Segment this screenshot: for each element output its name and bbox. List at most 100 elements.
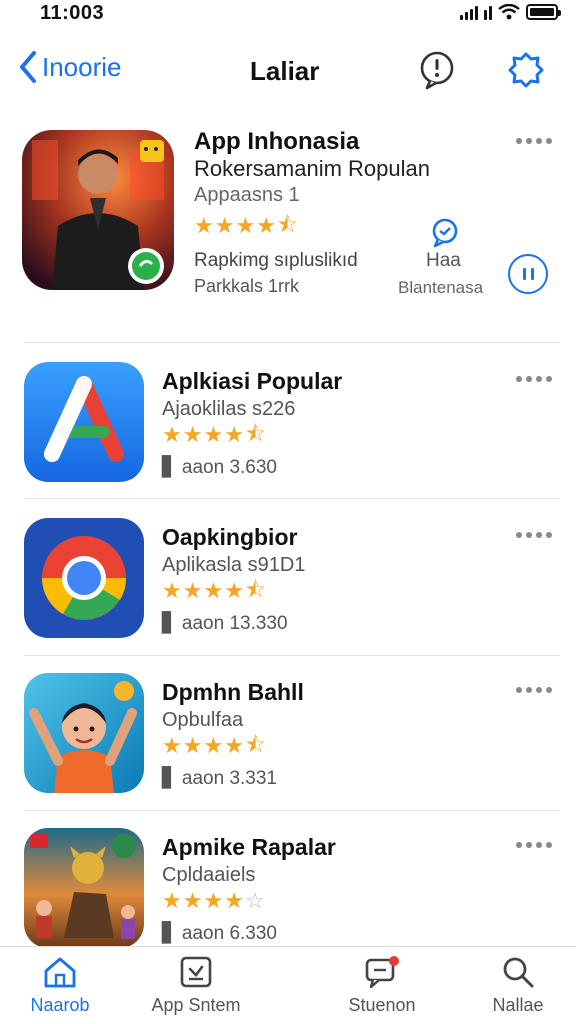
star-icon: ★ [162,888,182,913]
featured-app-card[interactable]: App Inhonasia Rokersamanim Ropulan Appaa… [0,128,576,328]
star-icon: ★ [224,422,244,447]
featured-app-info: Rapkimg sıpluslikıd [194,250,358,271]
star-icon: ★ [224,733,244,758]
list-item[interactable]: Oapkingbior Aplikasla s91D1 ★ ★ ★ ★ ⯪ ▋ aaon… [0,518,576,658]
app-size-value: aaon 3.630 [181,457,277,478]
star-icon: ★ [162,422,182,447]
star-icon: ⯪ [244,733,266,758]
star-icon: ☆ [244,888,265,913]
alert-button[interactable] [418,50,456,95]
app-icon[interactable] [24,673,144,793]
tab-updates[interactable]: Stuenon [322,955,442,1016]
star-icon: ⯪ [244,578,266,603]
gear-icon [508,52,544,88]
back-label: Inoorie [42,51,122,82]
app-subtitle: Aplikasla s91D1 [162,554,306,576]
featured-side-label: Haa [426,250,461,271]
page-title: Laliar [250,56,320,86]
star-icon: ★ [182,733,203,758]
app-size: ▋ aaon 6.330 [162,922,277,945]
tab-app-store-label: App Sntem [151,995,241,1015]
star-rating: ★ ★ ★ ★ ☆ [162,890,265,912]
chat-bubble-icon [432,218,458,248]
featured-app-title: App Inhonasia [194,128,360,155]
cellular-icon [484,4,492,20]
app-title: Apmike Rapalar [162,834,336,860]
app-size-value: aaon 6.330 [181,923,277,944]
app-subtitle: Cpldaaiels [162,864,256,886]
alert-bubble-icon [420,51,454,90]
app-size-value: aaon 13.330 [181,613,288,634]
app-subtitle: Ajaoklilas s226 [162,398,296,420]
app-subtitle: Opbulfaa [162,709,244,731]
star-icon: ★ [182,578,203,603]
pause-icon [522,268,526,280]
star-icon: ★ [182,888,203,913]
list-item[interactable]: Dpmhn Bahll Opbulfaa ★ ★ ★ ★ ⯪ ▋ aaon 3.331 [0,673,576,813]
search-icon [503,957,534,988]
featured-app-subtitle: Rokersamanim Ropulan [194,156,430,181]
star-icon: ★ [203,422,224,447]
app-size-value: aaon 3.331 [181,768,277,789]
status-icons [460,4,561,20]
app-title: Oapkingbior [162,524,298,550]
app-size: ▋ aaon 13.330 [162,612,288,635]
star-icon: ★ [182,422,203,447]
tab-updates-label: Stuenon [348,995,416,1015]
featured-app-icon[interactable] [22,130,174,290]
app-title: Aplkiasi Popular [162,368,343,394]
more-options-button[interactable] [516,376,552,382]
star-icon: ★ [162,733,182,758]
battery-icon [526,4,561,20]
tab-search[interactable]: Nallae [458,955,576,1016]
app-icon[interactable] [24,518,144,638]
star-icon: ★ [224,888,244,913]
featured-app-category: Appaasns 1 [194,184,300,206]
star-icon: ★ [256,213,276,238]
status-bar: 11:003 [0,0,576,30]
file-icon: ▋ [162,457,177,478]
app-title: Dpmhn Bahll [162,679,304,705]
tab-home[interactable]: Naarob [0,955,120,1016]
star-icon: ⯪ [276,213,298,238]
tab-home-label: Naarob [30,995,90,1015]
file-icon: ▋ [162,613,177,634]
star-icon: ★ [203,888,224,913]
more-options-button[interactable] [516,687,552,693]
signal-icon [460,4,478,20]
pause-download-button[interactable] [508,254,548,294]
star-icon: ★ [214,213,235,238]
star-icon: ★ [203,733,224,758]
featured-app-details: Parkkals 1rrk [194,276,300,296]
divider [24,655,560,656]
divider [24,342,560,343]
more-options-button[interactable] [516,842,552,848]
navigation-bar: Inoorie Laliar [0,44,576,96]
tab-search-label: Nallae [492,995,544,1015]
app-store-icon [180,956,212,988]
file-icon: ▋ [162,923,177,944]
chat-button[interactable] [430,218,460,253]
app-size: ▋ aaon 3.331 [162,767,277,790]
home-icon [44,957,76,988]
app-size: ▋ aaon 3.630 [162,456,277,479]
divider [24,810,560,811]
more-options-button[interactable] [516,138,552,144]
status-time: 11:003 [40,2,105,24]
star-icon: ★ [162,578,182,603]
updates-icon [365,956,399,989]
list-item[interactable]: Aplkiasi Popular Ajaoklilas s226 ★ ★ ★ ★ ⯪ ▋… [0,362,576,502]
back-button[interactable]: Inoorie [18,50,122,84]
tab-app-store[interactable]: App Sntem [136,955,256,1016]
app-icon[interactable] [24,828,144,948]
more-options-button[interactable] [516,532,552,538]
star-rating: ★ ★ ★ ★ ⯪ [162,735,266,757]
pause-icon-bar [530,268,534,280]
star-icon: ★ [203,578,224,603]
wifi-icon [498,4,520,20]
app-icon[interactable] [24,362,144,482]
star-icon: ★ [224,578,244,603]
settings-button[interactable] [506,50,546,95]
divider [24,498,560,499]
star-icon: ★ [235,213,256,238]
